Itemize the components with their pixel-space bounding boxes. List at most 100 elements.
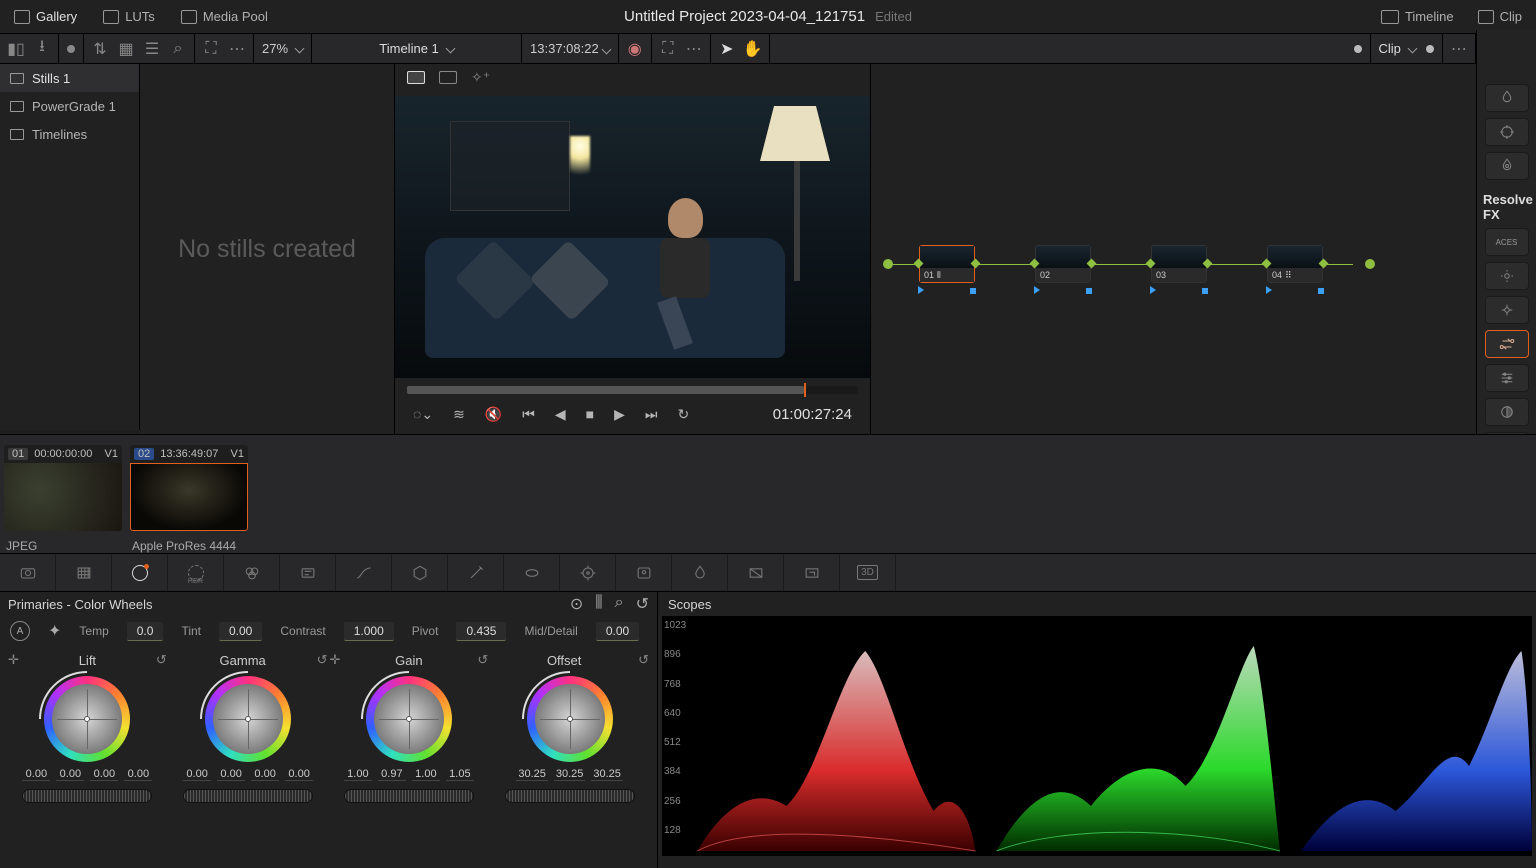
node-clip-select[interactable]: Clip <box>1379 41 1416 56</box>
bypass-icon[interactable]: ◉ <box>627 41 643 57</box>
hdr-wheels-icon[interactable]: HDR <box>168 554 224 591</box>
middetail-value[interactable]: 0.00 <box>596 622 639 641</box>
viewer-mode-dual-icon[interactable] <box>439 71 457 84</box>
wheel-mode-log-icon[interactable]: ⌕ <box>615 594 624 614</box>
contrast-value[interactable]: 1.000 <box>344 622 394 641</box>
offset-reset-icon[interactable]: ↺ <box>638 652 649 668</box>
magic-wand-icon[interactable]: ✧⁺ <box>471 69 490 86</box>
clip-01[interactable]: 0100:00:00:00V1 <box>4 445 122 531</box>
lift-reset-icon[interactable]: ↺ <box>156 652 167 668</box>
gallery-tab[interactable]: Gallery <box>8 5 83 28</box>
zoom-select[interactable]: 27% <box>262 41 303 56</box>
clips-tab[interactable]: Clip <box>1472 5 1528 28</box>
wheel-reset-icon[interactable]: ↺ <box>636 594 649 614</box>
gamma-reset-icon[interactable]: ↺ <box>317 652 328 668</box>
status-dot-icon[interactable] <box>67 45 75 53</box>
mute-icon[interactable]: 🔇 <box>485 406 502 423</box>
gamma-jog[interactable] <box>183 789 313 803</box>
powergrade-folder[interactable]: PowerGrade 1 <box>0 92 139 120</box>
gain-picker-icon[interactable]: ✛ <box>330 652 341 668</box>
next-clip-icon[interactable]: ⏭ <box>645 406 658 423</box>
gain-reset-icon[interactable]: ↺ <box>477 652 488 668</box>
gain-values[interactable]: 1.000.971.001.05 <box>344 768 474 781</box>
viewer-mode-single-icon[interactable] <box>407 71 425 84</box>
temp-value[interactable]: 0.0 <box>127 622 164 641</box>
tint-value[interactable]: 0.00 <box>219 622 262 641</box>
qualifier-icon[interactable] <box>448 554 504 591</box>
stop-icon[interactable]: ■ <box>586 406 594 422</box>
fx-contrast-icon[interactable] <box>1485 398 1529 426</box>
download-icon[interactable]: ⭳ <box>34 41 50 57</box>
video-frame[interactable] <box>395 96 870 378</box>
key-icon[interactable] <box>728 554 784 591</box>
marker-menu-icon[interactable]: ◌⌄ <box>413 406 433 423</box>
gain-jog[interactable] <box>344 789 474 803</box>
fx-sliders-icon[interactable] <box>1485 364 1529 392</box>
magic-mask-icon[interactable] <box>616 554 672 591</box>
offset-values[interactable]: 30.2530.2530.25 <box>516 768 623 781</box>
auto-balance-icon[interactable]: A <box>10 621 30 641</box>
fx-aces-icon[interactable]: ACES <box>1485 228 1529 256</box>
offset-wheel[interactable] <box>527 676 613 762</box>
node-02[interactable]: 02 <box>1035 245 1091 283</box>
wheel-mode-dot-icon[interactable]: ⊙ <box>570 594 583 614</box>
clip-02[interactable]: 0213:36:49:07V1 <box>130 445 248 531</box>
pivot-value[interactable]: 0.435 <box>456 622 506 641</box>
nodes-more-icon[interactable]: ⋯ <box>1451 41 1467 57</box>
stereo-3d-icon[interactable]: 3D <box>840 554 896 591</box>
prev-clip-icon[interactable]: ⏮ <box>522 406 535 423</box>
lift-picker-icon[interactable]: ✛ <box>8 652 19 668</box>
fx-plus-icon[interactable] <box>1485 296 1529 324</box>
timelines-folder[interactable]: Timelines <box>0 120 139 148</box>
scrub-bar[interactable] <box>407 386 858 394</box>
fullscreen-icon[interactable]: ⛶ <box>660 41 676 57</box>
color-warper-icon[interactable] <box>392 554 448 591</box>
gamma-wheel[interactable] <box>205 676 291 762</box>
node-graph[interactable]: 01⫴ 02 03 04⠿ <box>870 64 1536 434</box>
window-icon[interactable] <box>504 554 560 591</box>
node-01[interactable]: 01⫴ <box>919 245 975 283</box>
sizing-icon[interactable] <box>784 554 840 591</box>
rgb-mixer-icon[interactable] <box>224 554 280 591</box>
layers-icon[interactable]: ≋ <box>453 406 465 423</box>
grid-icon[interactable]: ▦ <box>118 41 134 57</box>
parade-scope[interactable]: 1023896768640512384256128 <box>662 616 1532 856</box>
mediapool-tab[interactable]: Media Pool <box>175 5 274 28</box>
camera-raw-icon[interactable] <box>0 554 56 591</box>
fx-drop-icon[interactable] <box>1485 84 1529 112</box>
loop-icon[interactable]: ↻ <box>677 406 689 423</box>
sort-icon[interactable]: ⇅ <box>92 41 108 57</box>
stills-folder[interactable]: Stills 1 <box>0 64 139 92</box>
offset-jog[interactable] <box>505 789 635 803</box>
panel-toggle-icon[interactable]: ▮▯ <box>8 41 24 57</box>
expand-icon[interactable]: ⛶ <box>203 41 219 57</box>
more-icon[interactable]: ⋯ <box>229 41 245 57</box>
step-back-icon[interactable]: ◀ <box>555 406 566 423</box>
luts-tab[interactable]: LUTs <box>97 5 161 28</box>
viewer-more-icon[interactable]: ⋯ <box>686 41 702 57</box>
source-timecode[interactable]: 13:37:08:22 <box>530 41 610 56</box>
play-icon[interactable]: ▶ <box>614 406 625 423</box>
fx-drop3-icon[interactable] <box>1485 152 1529 180</box>
timeline-select[interactable]: Timeline 1 <box>379 41 453 56</box>
picker-icon[interactable]: ✦ <box>48 621 61 641</box>
gamma-values[interactable]: 0.000.000.000.00 <box>183 768 313 781</box>
lift-values[interactable]: 0.000.000.000.00 <box>22 768 152 781</box>
lift-wheel[interactable] <box>44 676 130 762</box>
motion-effects-icon[interactable] <box>280 554 336 591</box>
pointer-icon[interactable]: ➤ <box>719 41 735 57</box>
tracker-icon[interactable] <box>560 554 616 591</box>
blur-icon[interactable] <box>672 554 728 591</box>
fx-sparkle-icon[interactable] <box>1485 262 1529 290</box>
timeline-tab[interactable]: Timeline <box>1375 5 1460 28</box>
fx-drop2-icon[interactable] <box>1485 118 1529 146</box>
lift-jog[interactable] <box>22 789 152 803</box>
color-checker-icon[interactable] <box>56 554 112 591</box>
hand-icon[interactable]: ✋ <box>745 41 761 57</box>
curves-icon[interactable] <box>336 554 392 591</box>
wheel-mode-bars-icon[interactable]: ⫼ <box>595 594 602 614</box>
node-04[interactable]: 04⠿ <box>1267 245 1323 283</box>
list-icon[interactable]: ☰ <box>144 41 160 57</box>
node-03[interactable]: 03 <box>1151 245 1207 283</box>
search-icon[interactable]: ⌕ <box>170 41 186 57</box>
